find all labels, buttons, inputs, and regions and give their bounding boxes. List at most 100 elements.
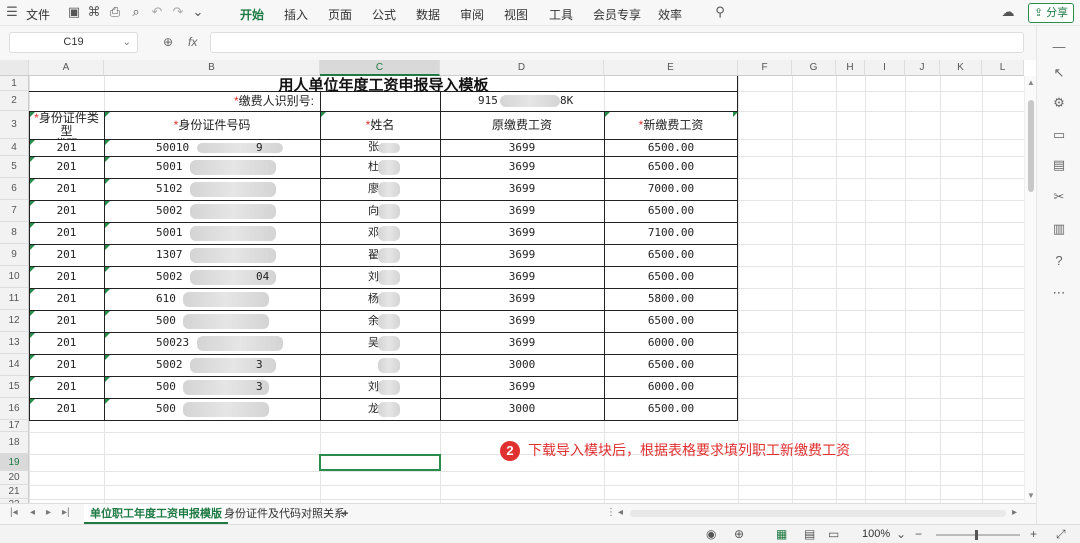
cell-new-wage[interactable]: 6500.00: [604, 156, 738, 178]
col-header-e[interactable]: E: [604, 60, 738, 76]
cell-old-wage[interactable]: 3000: [440, 354, 604, 376]
cell-id-type[interactable]: 201: [29, 244, 104, 266]
prev-sheet-icon[interactable]: ◂: [30, 507, 35, 518]
cell-new-wage[interactable]: 7100.00: [604, 222, 738, 244]
cell-id-type[interactable]: 201: [29, 222, 104, 244]
cell-old-wage[interactable]: 3699: [440, 244, 604, 266]
share-button[interactable]: ⇪ 分享: [1028, 3, 1074, 23]
scroll-right-icon[interactable]: ▸: [1012, 507, 1017, 518]
first-sheet-icon[interactable]: |◂: [10, 507, 18, 518]
payer-id-label[interactable]: *缴费人识别号:: [104, 91, 320, 111]
cell-old-wage[interactable]: 3699: [440, 376, 604, 398]
settings-sliders-icon[interactable]: ⚙: [1050, 94, 1068, 112]
select-pointer-icon[interactable]: ↖: [1050, 64, 1068, 82]
row-header-18[interactable]: 18: [0, 432, 29, 454]
row-header-5[interactable]: 5: [0, 156, 29, 178]
row-header-13[interactable]: 13: [0, 332, 29, 354]
tab-insert[interactable]: 插入: [284, 6, 308, 23]
row-header-2[interactable]: 2: [0, 91, 29, 111]
selected-cell-c19[interactable]: [319, 454, 441, 471]
cell-new-wage[interactable]: 6000.00: [604, 332, 738, 354]
page-break-icon[interactable]: ▭: [828, 527, 839, 541]
image-icon[interactable]: ▤: [1050, 156, 1068, 174]
col-header-f[interactable]: F: [738, 60, 792, 76]
save-icon[interactable]: ▣: [66, 4, 82, 20]
row-header-10[interactable]: 10: [0, 266, 29, 288]
cell-new-wage[interactable]: 6000.00: [604, 376, 738, 398]
row-header-17[interactable]: 17: [0, 420, 29, 432]
tab-efficiency[interactable]: 效率: [658, 6, 682, 23]
name-box[interactable]: C19 ⌄: [9, 32, 138, 53]
help-icon[interactable]: ?: [1050, 252, 1068, 270]
comment-icon[interactable]: ▭: [1050, 126, 1068, 144]
row-header-12[interactable]: 12: [0, 310, 29, 332]
cell-old-wage[interactable]: 3699: [440, 310, 604, 332]
spreadsheet-grid[interactable]: A B C D E F G H I J K L 1 2 3 4 5 6 7 8 9 10 11 12 1…: [0, 60, 1036, 503]
cell-new-wage[interactable]: 6500.00: [604, 398, 738, 420]
col-header-b[interactable]: B: [104, 60, 320, 76]
more-icon[interactable]: ⋯: [1050, 284, 1068, 302]
tab-home[interactable]: 开始: [240, 6, 265, 29]
normal-view-icon[interactable]: ▦: [776, 527, 787, 541]
chevron-down-icon[interactable]: ⌄: [123, 33, 131, 52]
tab-tools[interactable]: 工具: [549, 6, 573, 23]
header-new-wage[interactable]: *新缴费工资: [604, 111, 738, 139]
cell-id-tail[interactable]: 9: [256, 139, 316, 156]
next-sheet-icon[interactable]: ▸: [46, 507, 51, 518]
header-id-number[interactable]: *身份证件号码: [104, 111, 320, 139]
col-header-h[interactable]: H: [836, 60, 865, 76]
cell-old-wage[interactable]: 3699: [440, 266, 604, 288]
vertical-scrollbar[interactable]: ▲ ▼: [1024, 76, 1036, 503]
col-header-a[interactable]: A: [29, 60, 104, 76]
tab-review[interactable]: 审阅: [460, 6, 484, 23]
tab-formula[interactable]: 公式: [372, 6, 396, 23]
fx-icon[interactable]: fx: [188, 35, 197, 49]
tab-page[interactable]: 页面: [328, 6, 352, 23]
cell-id-tail[interactable]: 3: [256, 354, 316, 376]
row-header-21[interactable]: 21: [0, 485, 29, 499]
cell-id-type[interactable]: 201: [29, 376, 104, 398]
cell-id-tail[interactable]: 3: [256, 376, 316, 398]
last-sheet-icon[interactable]: ▸|: [62, 507, 70, 518]
cell-id-type[interactable]: 201: [29, 139, 104, 156]
cell-id-type[interactable]: 201: [29, 288, 104, 310]
cell-new-wage[interactable]: 5800.00: [604, 288, 738, 310]
row-header-8[interactable]: 8: [0, 222, 29, 244]
zoom-dropdown-icon[interactable]: ⌄: [896, 527, 906, 541]
row-header-11[interactable]: 11: [0, 288, 29, 310]
redo-icon[interactable]: ↷: [170, 4, 186, 20]
col-header-d[interactable]: D: [440, 60, 604, 76]
row-header-6[interactable]: 6: [0, 178, 29, 200]
undo-icon[interactable]: ↶: [149, 4, 165, 20]
cell-new-wage[interactable]: 6500.00: [604, 139, 738, 156]
eye-icon[interactable]: ◉: [706, 527, 716, 541]
cell-old-wage[interactable]: 3000: [440, 398, 604, 420]
view-mode-icon[interactable]: ⊕: [734, 527, 744, 541]
col-header-l[interactable]: L: [982, 60, 1024, 76]
row-header-7[interactable]: 7: [0, 200, 29, 222]
cell-id-type[interactable]: 201: [29, 310, 104, 332]
tab-data[interactable]: 数据: [416, 6, 440, 23]
col-header-j[interactable]: J: [905, 60, 940, 76]
cell-old-wage[interactable]: 3699: [440, 288, 604, 310]
cell-old-wage[interactable]: 3699: [440, 200, 604, 222]
col-header-k[interactable]: K: [940, 60, 982, 76]
cloud-icon[interactable]: ☁: [1000, 4, 1016, 20]
page-layout-icon[interactable]: ▤: [804, 527, 815, 541]
formula-input[interactable]: [210, 32, 1024, 53]
cell-old-wage[interactable]: 3699: [440, 332, 604, 354]
sheet-tab-id-codes[interactable]: 身份证件及代码对照关系: [218, 504, 351, 524]
cell-id-type[interactable]: 201: [29, 266, 104, 288]
select-all-corner[interactable]: [0, 60, 29, 76]
tab-scroll-left-icon[interactable]: ⋮: [606, 507, 616, 518]
tab-view[interactable]: 视图: [504, 6, 528, 23]
tag-icon[interactable]: ⌘: [86, 4, 102, 20]
row-header-4[interactable]: 4: [0, 139, 29, 156]
zoom-slider[interactable]: [936, 534, 1020, 536]
search-icon[interactable]: ⚲: [712, 4, 728, 20]
row-header-19[interactable]: 19: [0, 454, 29, 471]
row-header-1[interactable]: 1: [0, 76, 29, 91]
cell-id-type[interactable]: 201: [29, 178, 104, 200]
header-id-type-code[interactable]: *身份证件类型代码: [29, 111, 104, 140]
file-menu[interactable]: 文件: [26, 6, 50, 23]
